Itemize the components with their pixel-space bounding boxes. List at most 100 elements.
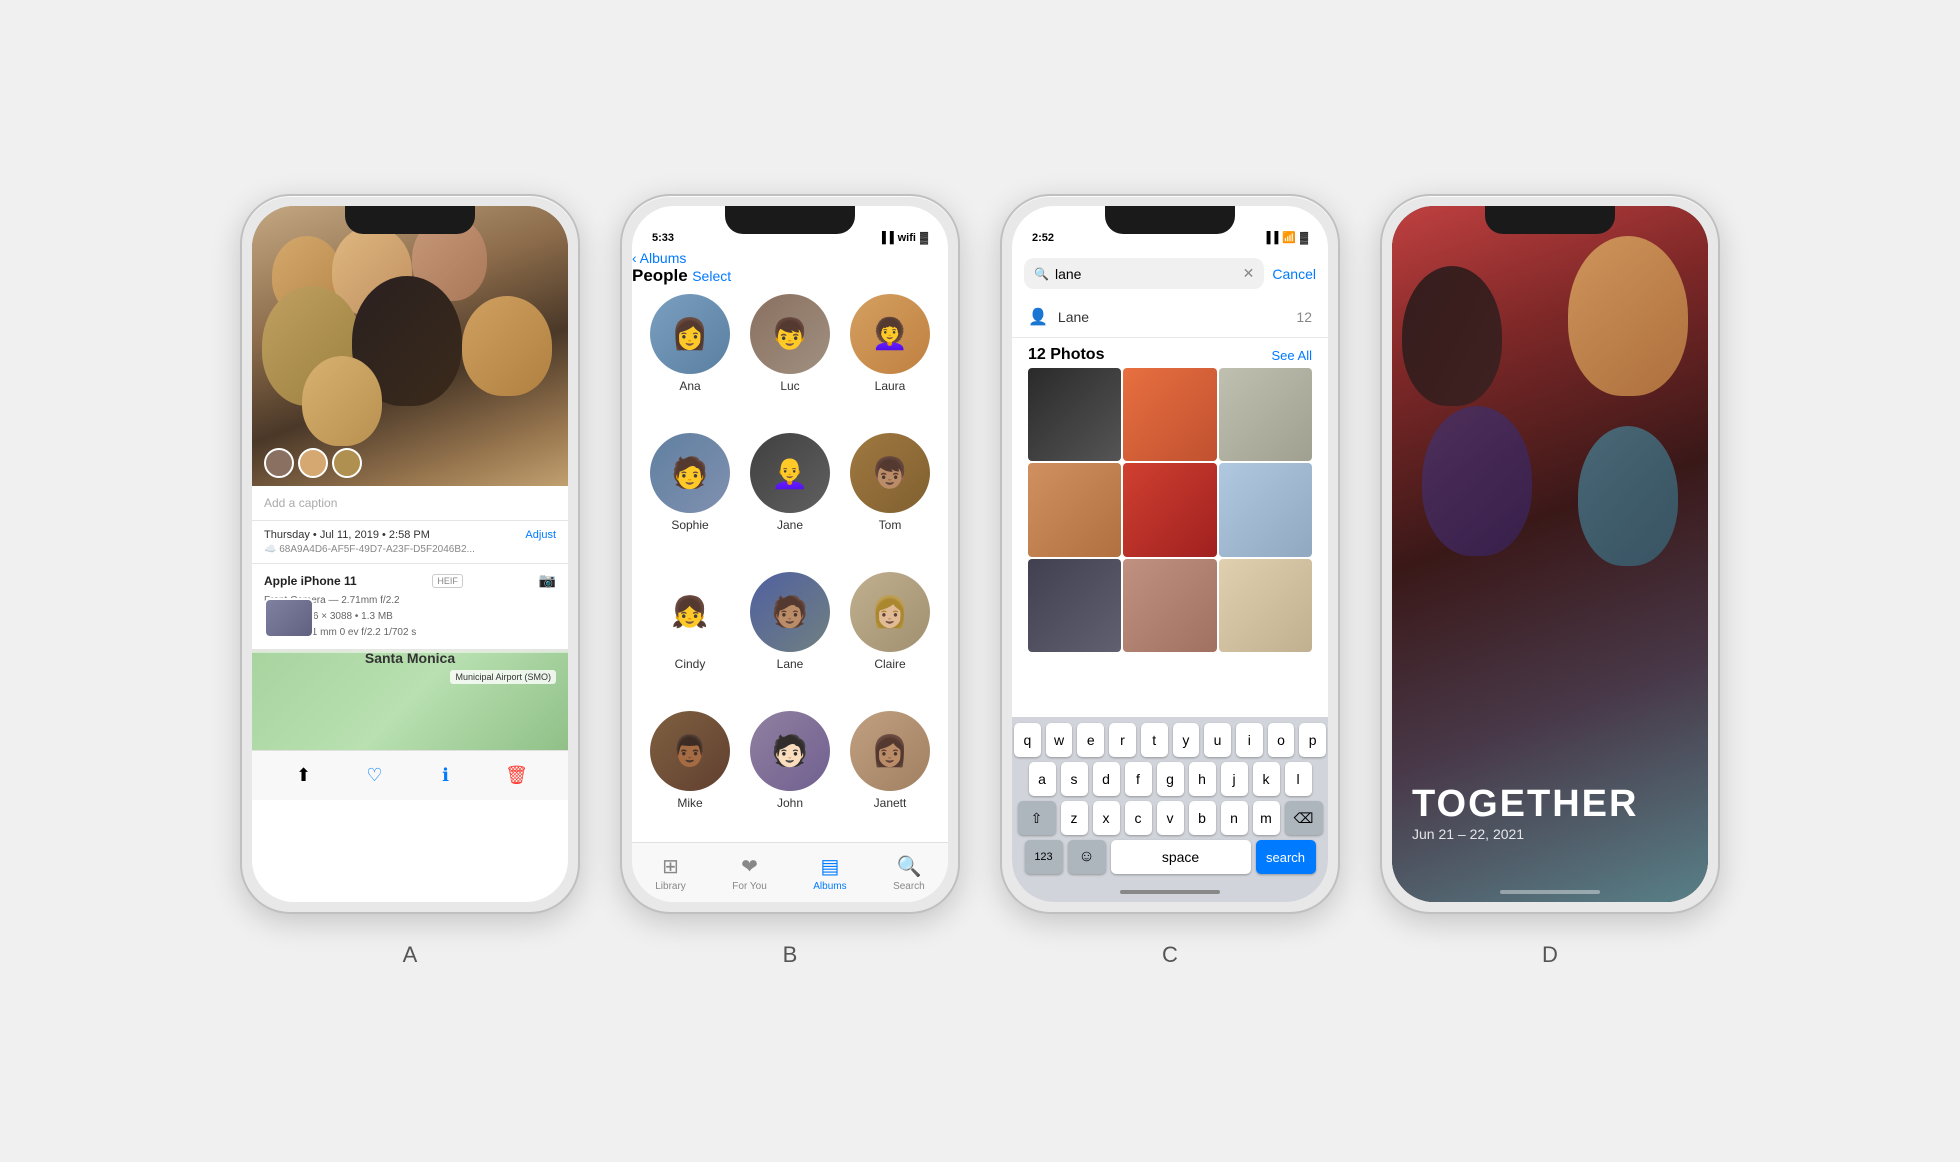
key-v[interactable]: v (1157, 801, 1184, 835)
suggestion-name: Lane (1058, 309, 1089, 325)
avatar-claire: 👩🏼 (850, 572, 930, 652)
person-luc[interactable]: 👦 Luc (748, 294, 832, 417)
adjust-button[interactable]: Adjust (525, 529, 556, 541)
key-a[interactable]: a (1029, 762, 1056, 796)
photo-thumb-1[interactable] (1028, 368, 1121, 461)
delete-button[interactable]: 🗑 (505, 764, 529, 788)
key-g[interactable]: g (1157, 762, 1184, 796)
airport-label: Municipal Airport (SMO) (450, 670, 556, 684)
nav-back-label: Albums (640, 250, 687, 266)
person-sophie[interactable]: 🧑 Sophie (648, 433, 732, 556)
photo-thumb-7[interactable] (1028, 559, 1121, 652)
photo-thumb-6[interactable] (1219, 463, 1312, 556)
avatar-img-john: 🧑🏻 (750, 711, 830, 791)
person-jane[interactable]: 👩‍🦲 Jane (748, 433, 832, 556)
photo-thumb-5[interactable] (1123, 463, 1216, 556)
wifi-icon: wifi (898, 232, 916, 244)
wifi-icon-c: 📶 (1282, 231, 1296, 244)
person-laura[interactable]: 👩‍🦱 Laura (848, 294, 932, 417)
key-d[interactable]: d (1093, 762, 1120, 796)
key-z[interactable]: z (1061, 801, 1088, 835)
avatar-img-luc: 👦 (750, 294, 830, 374)
phone-d: TOGETHER Jun 21 – 22, 2021 (1380, 194, 1720, 914)
map-photo-thumb (264, 598, 314, 638)
see-all-button[interactable]: See All (1272, 348, 1312, 363)
phone-a-inner: Add a caption Thursday • Jul 11, 2019 • … (252, 206, 568, 902)
key-n[interactable]: n (1221, 801, 1248, 835)
photo-thumb-4[interactable] (1028, 463, 1121, 556)
avatar-img-lane: 🧑🏽 (750, 572, 830, 652)
key-j[interactable]: j (1221, 762, 1248, 796)
key-x[interactable]: x (1093, 801, 1120, 835)
person-john[interactable]: 🧑🏻 John (748, 711, 832, 834)
photo-thumb-8[interactable] (1123, 559, 1216, 652)
person-tom[interactable]: 👦🏽 Tom (848, 433, 932, 556)
person-mike[interactable]: 👨🏾 Mike (648, 711, 732, 834)
avatar-cindy: 👧 (650, 572, 730, 652)
tab-for-you-label: For You (732, 881, 766, 892)
key-o[interactable]: o (1268, 723, 1295, 757)
key-numbers[interactable]: 123 (1025, 840, 1063, 874)
key-f[interactable]: f (1125, 762, 1152, 796)
key-b[interactable]: b (1189, 801, 1216, 835)
tab-for-you[interactable]: ❤ For You (732, 854, 766, 892)
cloud-id: ☁️ 68A9A4D6-AF5F-49D7-A23F-D5F2046B2... (264, 544, 556, 555)
key-shift[interactable]: ⇧ (1018, 801, 1056, 835)
tab-search[interactable]: 🔍 Search (893, 854, 925, 892)
person-lane[interactable]: 🧑🏽 Lane (748, 572, 832, 695)
nav-select-button[interactable]: Select (692, 268, 731, 284)
key-emoji[interactable]: ☺ (1068, 840, 1106, 874)
search-clear-button[interactable]: ✕ (1243, 265, 1255, 282)
search-input-box[interactable]: 🔍 lane ✕ (1024, 258, 1264, 289)
key-p[interactable]: p (1299, 723, 1326, 757)
person-claire[interactable]: 👩🏼 Claire (848, 572, 932, 695)
suggestion-count: 12 (1296, 309, 1312, 325)
search-suggestion[interactable]: 👤 Lane 12 (1012, 297, 1328, 338)
person-name-cindy: Cindy (675, 657, 706, 671)
phone-c: 2:52 ▐▐ 📶 ▓ 🔍 lane ✕ (1000, 194, 1340, 914)
key-r[interactable]: r (1109, 723, 1136, 757)
key-i[interactable]: i (1236, 723, 1263, 757)
photo-thumb-3[interactable] (1219, 368, 1312, 461)
key-k[interactable]: k (1253, 762, 1280, 796)
share-button[interactable]: ⬆ (292, 764, 316, 788)
person-janett[interactable]: 👩🏽 Janett (848, 711, 932, 834)
photo-thumb-2[interactable] (1123, 368, 1216, 461)
battery-icon: ▓ (920, 232, 928, 244)
info-button[interactable]: ℹ (434, 764, 458, 788)
map-area: Santa Monica Municipal Airport (SMO) (252, 650, 568, 750)
key-q[interactable]: q (1014, 723, 1041, 757)
key-c[interactable]: c (1125, 801, 1152, 835)
person-ana[interactable]: 👩 Ana (648, 294, 732, 417)
phone-b-wrapper: 5:33 ▐▐ wifi ▓ ‹ Albums People (620, 194, 960, 968)
key-search[interactable]: search (1256, 840, 1316, 874)
search-tab-icon: 🔍 (896, 854, 921, 879)
bottom-toolbar-a: ⬆ ♡ ℹ 🗑 (252, 750, 568, 800)
search-query-text: lane (1055, 266, 1081, 282)
tab-bar-b: ⊞ Library ❤ For You ▤ Albums 🔍 (632, 842, 948, 902)
key-l[interactable]: l (1285, 762, 1312, 796)
avatar-tom: 👦🏽 (850, 433, 930, 513)
key-delete[interactable]: ⌫ (1285, 801, 1323, 835)
key-h[interactable]: h (1189, 762, 1216, 796)
photo-thumb-9[interactable] (1219, 559, 1312, 652)
person-cindy[interactable]: 👧 Cindy (648, 572, 732, 695)
search-cancel-button[interactable]: Cancel (1272, 266, 1316, 282)
tab-library[interactable]: ⊞ Library (655, 854, 686, 892)
tab-search-label: Search (893, 881, 925, 892)
battery-icon-c: ▓ (1300, 232, 1308, 244)
key-w[interactable]: w (1046, 723, 1073, 757)
key-s[interactable]: s (1061, 762, 1088, 796)
key-t[interactable]: t (1141, 723, 1168, 757)
avatar-img-mike: 👨🏾 (650, 711, 730, 791)
keyboard-c: q w e r t y u i o p a (1012, 717, 1328, 882)
tab-albums[interactable]: ▤ Albums (813, 854, 846, 892)
key-e[interactable]: e (1077, 723, 1104, 757)
key-y[interactable]: y (1173, 723, 1200, 757)
key-u[interactable]: u (1204, 723, 1231, 757)
favorite-button[interactable]: ♡ (363, 764, 387, 788)
nav-back-button[interactable]: ‹ Albums (632, 250, 948, 266)
key-space[interactable]: space (1111, 840, 1251, 874)
key-m[interactable]: m (1253, 801, 1280, 835)
avatar-janett: 👩🏽 (850, 711, 930, 791)
